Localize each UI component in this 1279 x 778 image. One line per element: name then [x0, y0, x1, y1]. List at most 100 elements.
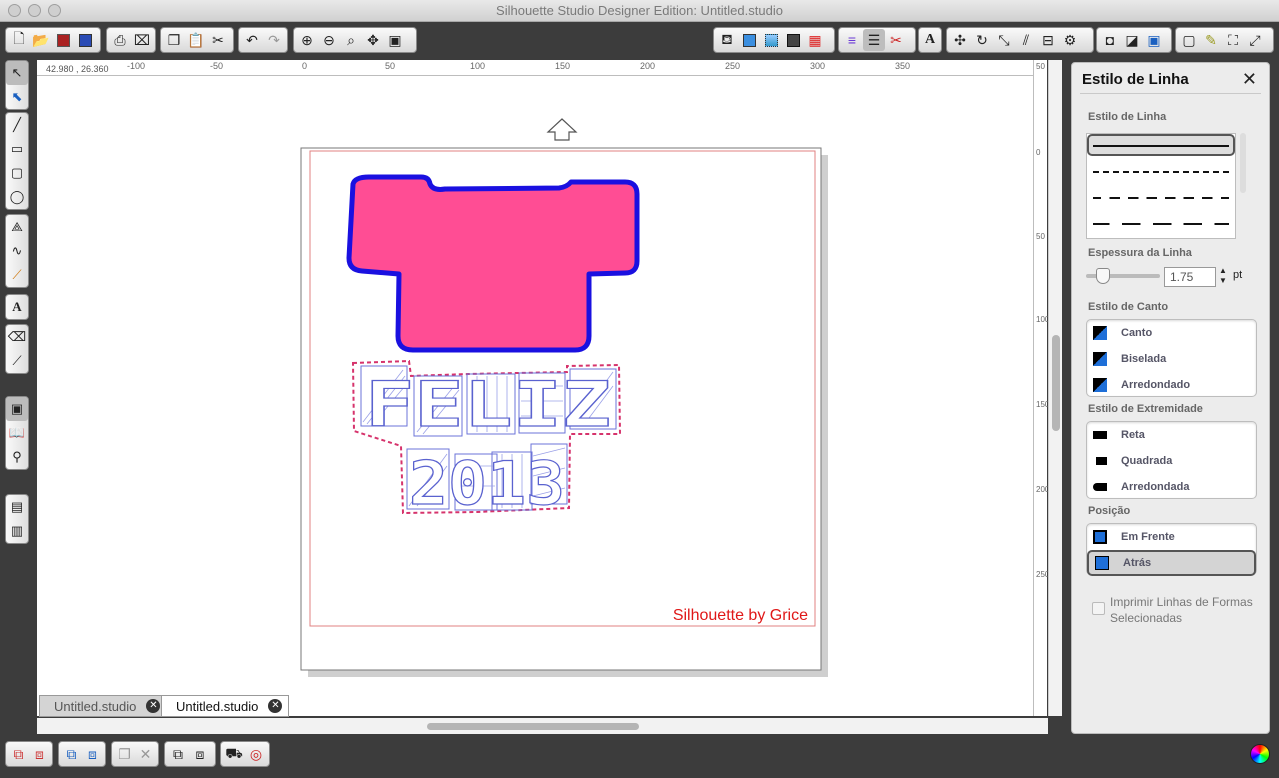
cap-option-round[interactable]: Arredondada	[1087, 474, 1256, 500]
color-wheel-icon[interactable]	[1250, 744, 1270, 764]
pan-icon[interactable]: ✥	[362, 29, 384, 51]
corner-option-round[interactable]: Arredondado	[1087, 372, 1256, 398]
dash-list-scrollbar[interactable]	[1240, 133, 1246, 193]
position-option-front[interactable]: Em Frente	[1087, 524, 1256, 550]
registration-icon[interactable]: ◎	[245, 743, 267, 765]
pattern-icon[interactable]	[782, 29, 804, 51]
option-label: Reta	[1121, 429, 1145, 441]
dash-style-medium[interactable]	[1093, 197, 1229, 199]
cut-icon[interactable]: ✂	[207, 29, 229, 51]
group-toolbar-group: ⧉ ⧈	[5, 741, 53, 767]
print-icon[interactable]: ⎙	[109, 29, 131, 51]
copy-icon[interactable]: ❐	[163, 29, 185, 51]
knife-tool-icon[interactable]: ⟋	[6, 349, 28, 373]
shear-icon[interactable]: ⫽	[1015, 29, 1037, 51]
group-icon[interactable]: ⧉	[8, 743, 29, 765]
select-icon[interactable]: ↖	[6, 61, 28, 85]
save-icon[interactable]	[52, 29, 74, 51]
store-icon[interactable]: ⚲	[6, 445, 28, 469]
panel-one-icon[interactable]: ▤	[6, 495, 28, 519]
bring-forward-icon[interactable]: ⧉	[167, 743, 189, 765]
expand-icon[interactable]: ⤢	[1244, 29, 1266, 51]
modify-icon[interactable]: ◘	[1099, 29, 1121, 51]
eraser-tool-icon[interactable]: ⌫	[6, 325, 28, 349]
horizontal-scroll-thumb[interactable]	[427, 723, 639, 730]
zoom-out-icon[interactable]: ⊖	[318, 29, 340, 51]
freehand-tool-icon[interactable]: ⟋	[6, 263, 28, 287]
fill-color-icon[interactable]	[738, 29, 760, 51]
release-compound-icon[interactable]: ⧈	[82, 743, 103, 765]
dash-style-solid[interactable]	[1093, 145, 1229, 147]
curve-tool-icon[interactable]: ∿	[6, 239, 28, 263]
line-style-icon[interactable]: ☰	[863, 29, 885, 51]
corner-option-miter[interactable]: Canto	[1087, 320, 1256, 346]
panel-two-icon[interactable]: ▥	[6, 519, 28, 543]
horizontal-scrollbar[interactable]	[37, 718, 1048, 734]
ellipse-tool-icon[interactable]: ◯	[6, 185, 28, 209]
close-icon[interactable]: ✕	[146, 699, 161, 713]
dash-style-short[interactable]	[1093, 171, 1229, 173]
new-doc-icon[interactable]: 🗋	[8, 29, 30, 51]
library-icon[interactable]: 📖	[6, 421, 28, 445]
print-lines-checkbox[interactable]	[1092, 602, 1105, 615]
cap-option-square[interactable]: Quadrada	[1087, 448, 1256, 474]
design-canvas[interactable]: FELIZ 2013 Silhouette by Grice	[37, 76, 1033, 716]
dash-style-list[interactable]	[1086, 133, 1236, 239]
fit-page-icon[interactable]: ▣	[384, 29, 406, 51]
replicate-icon[interactable]: ⚙	[1059, 29, 1081, 51]
cutter-icon[interactable]: ⛟	[223, 743, 245, 765]
redo-icon[interactable]: ↷	[263, 29, 285, 51]
cap-option-butt[interactable]: Reta	[1087, 422, 1256, 448]
fullscreen-icon[interactable]: ⛶	[1222, 29, 1244, 51]
design-view-icon[interactable]: ▣	[6, 397, 28, 421]
open-icon[interactable]: 📂	[30, 29, 52, 51]
trace-icon[interactable]: ▣	[1143, 29, 1165, 51]
vertical-scroll-thumb[interactable]	[1052, 335, 1060, 431]
cut-settings-icon[interactable]: ✂	[885, 29, 907, 51]
offset-icon[interactable]: ◪	[1121, 29, 1143, 51]
fill-bucket-icon[interactable]: ⛾	[716, 29, 738, 51]
thickness-slider-handle[interactable]	[1096, 268, 1110, 284]
align-icon[interactable]: ⊟	[1037, 29, 1059, 51]
text-tool-icon[interactable]: A	[6, 295, 28, 319]
scale-icon[interactable]: ⤡	[993, 29, 1015, 51]
corner-option-bevel[interactable]: Biselada	[1087, 346, 1256, 372]
paste-icon[interactable]: 📋	[185, 29, 207, 51]
line-color-icon[interactable]: ≡	[841, 29, 863, 51]
position-option-behind[interactable]: Atrás	[1087, 550, 1256, 576]
dash-style-long[interactable]	[1093, 223, 1229, 225]
ungroup-icon[interactable]: ⧈	[29, 743, 50, 765]
document-tab[interactable]: Untitled.studio ✕	[39, 695, 168, 717]
rotate-icon[interactable]: ↻	[971, 29, 993, 51]
gradient-icon[interactable]	[760, 29, 782, 51]
zoom-in-icon[interactable]: ⊕	[296, 29, 318, 51]
text-style-icon[interactable]: A	[921, 29, 939, 51]
close-icon[interactable]: ✕	[268, 699, 283, 713]
edit-points-icon[interactable]: ⬉	[6, 85, 28, 109]
cap-style-label: Estilo de Extremidade	[1088, 403, 1203, 415]
line-tool-icon[interactable]: ╱	[6, 113, 28, 137]
cut-style-icon[interactable]: ▦	[804, 29, 826, 51]
polygon-tool-icon[interactable]: ⟁	[6, 215, 28, 239]
thickness-input[interactable]: 1.75	[1164, 267, 1216, 287]
close-icon[interactable]: ✕	[1242, 69, 1257, 90]
vertical-scrollbar[interactable]	[1048, 60, 1062, 716]
send-backward-icon[interactable]: ⧈	[189, 743, 211, 765]
thickness-stepper[interactable]: ▲ ▼	[1219, 266, 1227, 286]
undo-icon[interactable]: ↶	[241, 29, 263, 51]
panel-tool-group: ▤ ▥	[5, 494, 29, 544]
save-library-icon[interactable]	[74, 29, 96, 51]
make-compound-icon[interactable]: ⧉	[61, 743, 82, 765]
zoom-select-icon[interactable]: ⌕	[340, 29, 362, 51]
main-toolbar: 🗋 📂 ⎙ ⌧ ❐ 📋 ✂ ↶ ↷ ⊕ ⊖ ⌕ ✥ ▣ ⛾ ▦ ≡ ☰ ✂ A …	[0, 22, 1279, 58]
thickness-label: Espessura da Linha	[1088, 247, 1192, 259]
send-to-cutter-icon[interactable]: ⌧	[131, 29, 153, 51]
duplicate-icon[interactable]: ❐	[114, 743, 135, 765]
rounded-rectangle-tool-icon[interactable]: ▢	[6, 161, 28, 185]
delete-icon[interactable]: ✕	[135, 743, 156, 765]
rectangle-tool-icon[interactable]: ▭	[6, 137, 28, 161]
page-settings-icon[interactable]: ▢	[1178, 29, 1200, 51]
move-icon[interactable]: ✣	[949, 29, 971, 51]
document-tab[interactable]: Untitled.studio ✕	[161, 695, 290, 717]
sketch-pen-icon[interactable]: ✎	[1200, 29, 1222, 51]
